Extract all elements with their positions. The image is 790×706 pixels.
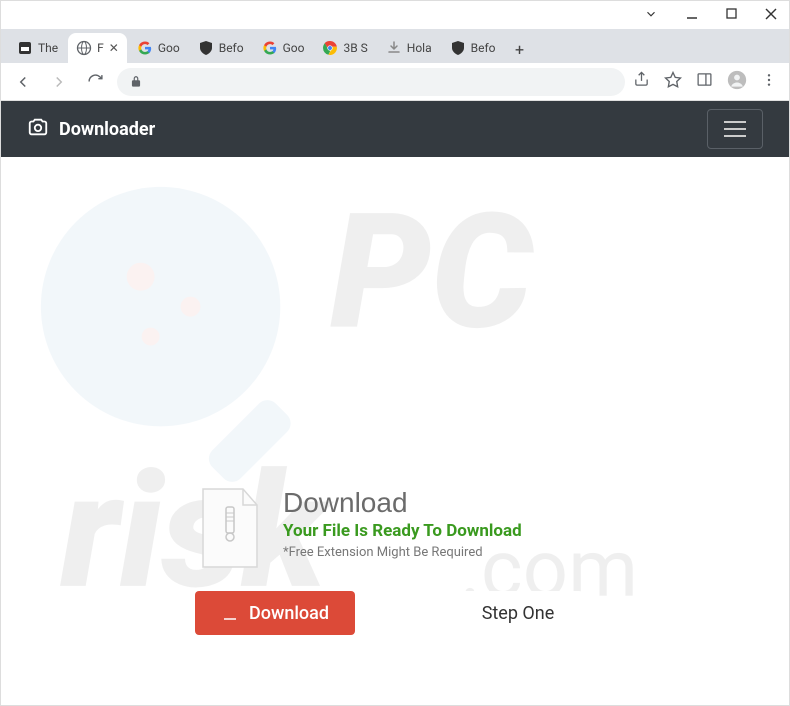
- favicon-printer-icon: [17, 40, 33, 56]
- page-content: PC risk .com Download Your File Is Ready…: [1, 157, 789, 705]
- file-zip-icon: [195, 487, 265, 569]
- window-bar: [1, 1, 789, 29]
- download-heading: Download: [283, 487, 522, 519]
- forward-button[interactable]: [45, 68, 73, 96]
- tab-label: Hola: [407, 41, 432, 55]
- tab-label: F: [97, 41, 104, 55]
- new-tab-button[interactable]: +: [506, 35, 534, 63]
- reload-button[interactable]: [81, 68, 109, 96]
- window-minimize-button[interactable]: [686, 8, 698, 23]
- window-chevron-icon[interactable]: [644, 7, 658, 24]
- download-ready-text: Your File Is Ready To Download: [283, 521, 522, 541]
- menu-toggle-button[interactable]: [707, 109, 763, 149]
- window-maximize-button[interactable]: [726, 8, 737, 22]
- back-button[interactable]: [9, 68, 37, 96]
- download-arrow-icon: [221, 604, 239, 622]
- tab-item[interactable]: 3B S: [314, 33, 375, 63]
- favicon-chrome-icon: [322, 40, 338, 56]
- step-one-button-label: Step One: [482, 603, 555, 624]
- download-button[interactable]: Download: [195, 591, 355, 635]
- hamburger-icon: [722, 119, 748, 139]
- address-bar[interactable]: [117, 68, 625, 96]
- brand-label: Downloader: [59, 119, 155, 140]
- download-button-label: Download: [249, 603, 329, 624]
- favicon-google-icon: [137, 40, 153, 56]
- download-note: *Free Extension Might Be Required: [283, 545, 522, 560]
- tab-item[interactable]: Befo: [190, 33, 252, 63]
- camera-icon: [27, 116, 49, 143]
- side-panel-icon[interactable]: [696, 71, 713, 92]
- profile-avatar-icon[interactable]: [727, 70, 747, 94]
- tab-close-icon[interactable]: ✕: [109, 41, 119, 55]
- svg-text:PC: PC: [330, 179, 534, 366]
- tab-label: The: [38, 41, 58, 55]
- favicon-shield-icon: [198, 40, 214, 56]
- tab-label: Goo: [283, 41, 305, 55]
- tab-item[interactable]: Hola: [378, 33, 440, 63]
- favicon-download-icon: [386, 40, 402, 56]
- tab-label: 3B S: [343, 41, 367, 55]
- tab-label: Befo: [219, 41, 244, 55]
- tab-item[interactable]: The: [9, 33, 66, 63]
- tab-item-active[interactable]: F ✕: [68, 33, 127, 63]
- kebab-menu-icon[interactable]: [761, 72, 777, 92]
- tab-item[interactable]: Goo: [129, 33, 188, 63]
- share-icon[interactable]: [633, 71, 650, 92]
- tab-label: Goo: [158, 41, 180, 55]
- lock-icon: [129, 75, 143, 89]
- favicon-google-icon: [262, 40, 278, 56]
- step-one-button[interactable]: Step One: [453, 591, 583, 635]
- favicon-globe-icon: [76, 40, 92, 56]
- favicon-shield-icon: [450, 40, 466, 56]
- browser-toolbar: [1, 63, 789, 101]
- tab-item[interactable]: Befo: [442, 33, 504, 63]
- bookmark-star-icon[interactable]: [664, 71, 682, 93]
- tab-strip: The F ✕ Goo Befo Goo 3B S Hola Befo +: [1, 29, 789, 63]
- window-close-button[interactable]: [765, 8, 777, 23]
- tab-label: Befo: [471, 41, 496, 55]
- page-header: Downloader: [1, 101, 789, 157]
- tab-item[interactable]: Goo: [254, 33, 313, 63]
